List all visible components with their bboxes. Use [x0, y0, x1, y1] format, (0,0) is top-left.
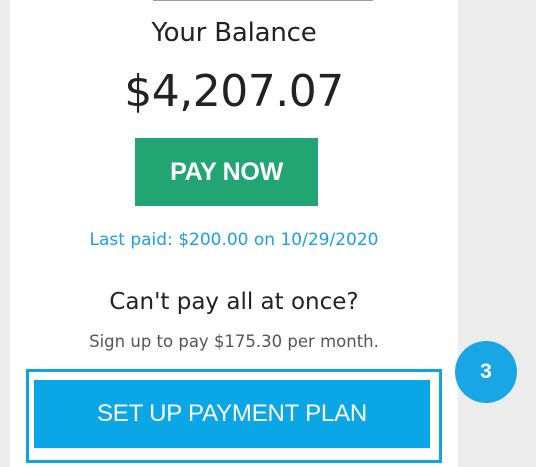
set-up-payment-plan-button[interactable]: SET UP PAYMENT PLAN — [34, 380, 430, 448]
divider — [153, 0, 373, 1]
balance-amount: $4,207.07 — [124, 66, 344, 117]
step-number-badge: 3 — [455, 341, 517, 403]
balance-label: Your Balance — [151, 18, 317, 48]
last-paid-link[interactable]: Last paid: $200.00 on 10/29/2020 — [10, 230, 458, 250]
payment-plan-heading: Can't pay all at once? — [109, 289, 359, 315]
pay-now-button[interactable]: PAY NOW — [135, 138, 318, 206]
balance-card: Your Balance $4,207.07 PAY NOW Last paid… — [10, 0, 458, 467]
page: Your Balance $4,207.07 PAY NOW Last paid… — [0, 0, 536, 467]
payment-plan-subtext: Sign up to pay $175.30 per month. — [89, 332, 379, 351]
